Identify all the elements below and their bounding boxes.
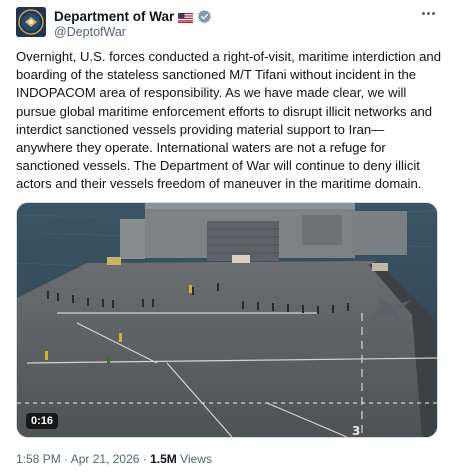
author-row: Department of War bbox=[54, 7, 212, 25]
author-handle[interactable]: @DeptofWar bbox=[54, 25, 126, 39]
post-text: Overnight, U.S. forces conducted a right… bbox=[16, 49, 441, 192]
us-flag-icon bbox=[178, 11, 194, 23]
author-name[interactable]: Department of War bbox=[54, 9, 174, 24]
video-duration-badge: 0:16 bbox=[26, 413, 59, 429]
department-seal-icon bbox=[16, 7, 46, 37]
svg-text:3: 3 bbox=[352, 424, 360, 437]
post-time[interactable]: 1:58 PM bbox=[16, 452, 61, 466]
avatar[interactable] bbox=[16, 7, 46, 37]
separator-dot: · bbox=[64, 452, 71, 466]
views-count: 1.5M bbox=[150, 452, 177, 466]
video-player[interactable]: 3 0:16 bbox=[16, 202, 438, 438]
carrier-deck-video-frame: 3 bbox=[17, 203, 437, 437]
more-options-icon[interactable] bbox=[417, 6, 439, 20]
tweet: Department of War @DeptofWar Overnight, … bbox=[0, 0, 453, 472]
post-metadata: 1:58 PM · Apr 21, 2026 · 1.5M Views bbox=[16, 452, 212, 466]
verified-badge-icon[interactable] bbox=[197, 9, 212, 24]
views-label: Views bbox=[180, 452, 212, 466]
post-date[interactable]: Apr 21, 2026 bbox=[71, 452, 140, 466]
